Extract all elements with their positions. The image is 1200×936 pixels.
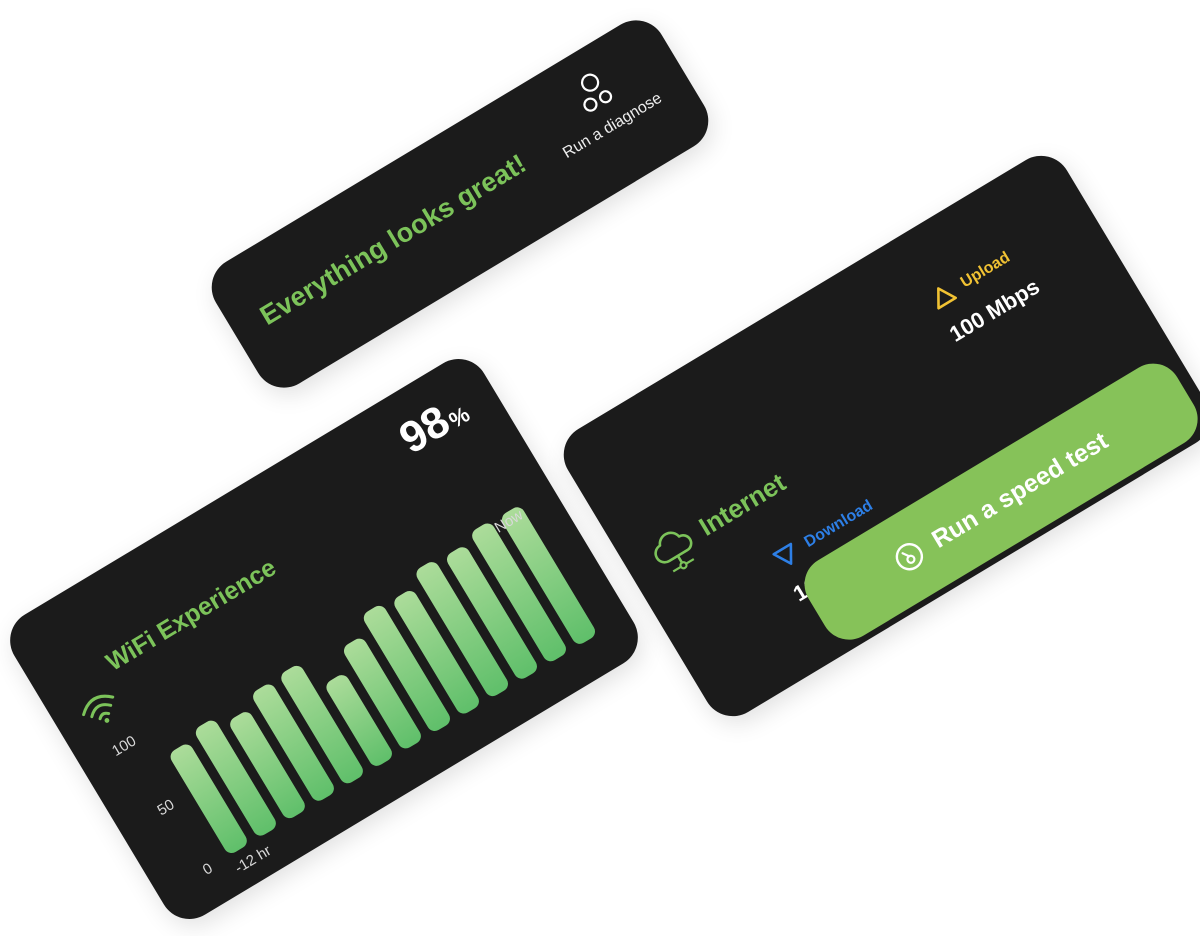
status-message: Everything looks great! bbox=[254, 148, 532, 331]
wifi-score: 98% bbox=[390, 388, 476, 464]
download-triangle-icon bbox=[772, 542, 793, 565]
wifi-score-value: 98 bbox=[390, 396, 459, 464]
speedometer-icon bbox=[895, 543, 924, 571]
wifi-experience-chart: 050100 -12 hrNow bbox=[109, 506, 595, 879]
status-card: Everything looks great! Run a diagnose bbox=[200, 9, 720, 399]
upload-metric: Upload 100 Mbps bbox=[925, 241, 1044, 347]
internet-title: Internet bbox=[693, 466, 791, 542]
wifi-icon bbox=[82, 694, 115, 723]
wifi-card: 98% WiFi Experience 0 50 100 -12 hr Now bbox=[0, 347, 649, 931]
upload-triangle-icon bbox=[936, 287, 957, 310]
cloud-network-icon bbox=[654, 531, 695, 573]
internet-card: Internet Upload 100 Mbps Download 100 Mb… bbox=[552, 144, 1200, 728]
bubbles-icon bbox=[580, 73, 613, 112]
run-diagnose-button[interactable]: Run a diagnose bbox=[527, 42, 673, 167]
run-speed-test-label: Run a speed test bbox=[926, 426, 1113, 554]
y-tick-label: 0 bbox=[200, 860, 216, 879]
y-tick-label: 50 bbox=[154, 796, 177, 819]
y-tick-label: 100 bbox=[109, 732, 139, 759]
upload-label: Upload bbox=[957, 248, 1014, 292]
